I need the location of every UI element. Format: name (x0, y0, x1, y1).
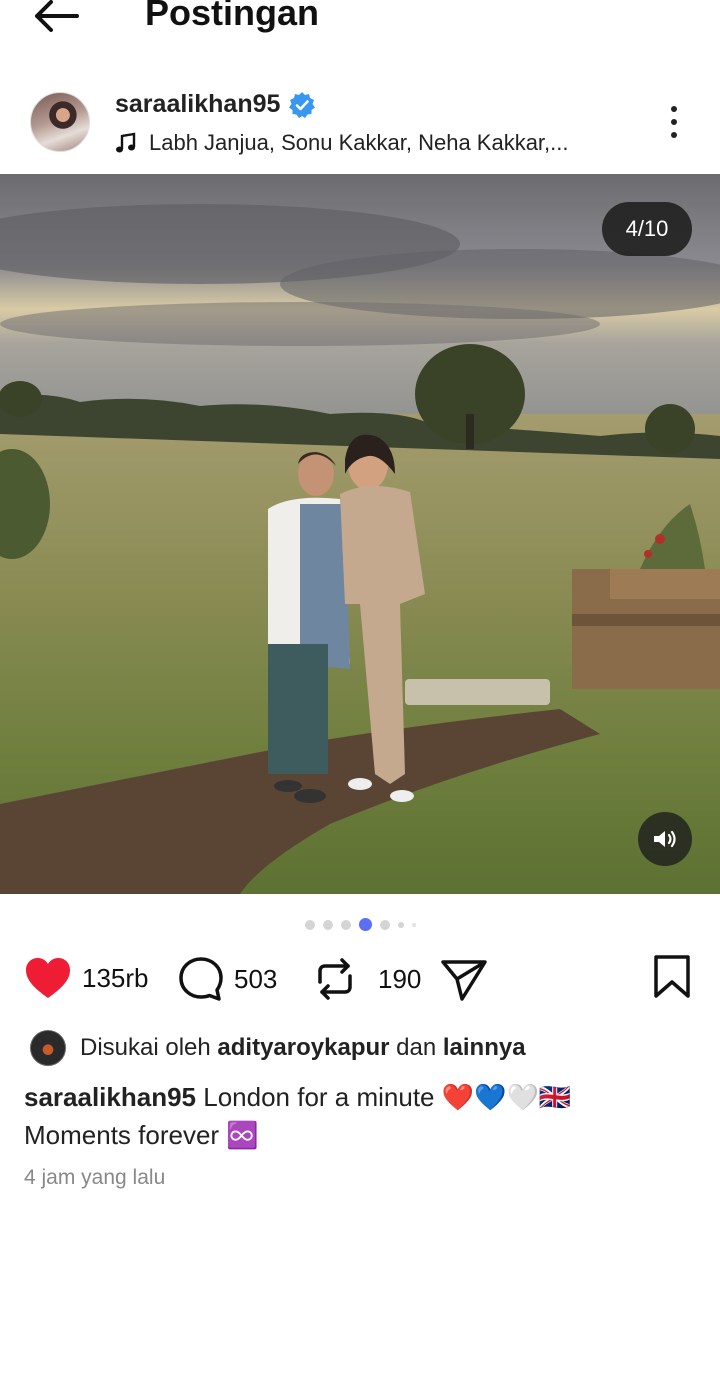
carousel-dot (304, 919, 315, 930)
page-title: Postingan (145, 0, 320, 33)
post-photo-image (0, 174, 720, 894)
post-timestamp: 4 jam yang lalu (24, 1166, 166, 1189)
speaker-icon (654, 830, 676, 848)
caption-line-2: Moments forever ♾️ (24, 1120, 259, 1150)
liked-by-row[interactable]: Disukai oleh adityaroykapur dan lainnya (30, 1030, 526, 1066)
share-button[interactable] (440, 958, 488, 1002)
liked-by-others[interactable]: lainnya (443, 1034, 526, 1061)
username-row: saraalikhan95 (115, 90, 316, 119)
dot-icon (671, 105, 677, 112)
music-row[interactable]: Labh Janjua, Sonu Kakkar, Neha Kakkar,..… (115, 130, 569, 156)
post-header: saraalikhan95 Labh Janjua, Sonu Kakkar, … (0, 88, 720, 164)
sound-toggle-button[interactable] (638, 812, 692, 866)
post-username[interactable]: saraalikhan95 (115, 90, 280, 119)
liked-by-conjunction: dan (396, 1034, 437, 1061)
action-bar: 135rb 503 190 (0, 952, 720, 1008)
carousel-indicator (0, 918, 720, 931)
dot-icon (671, 132, 677, 139)
music-label: Labh Janjua, Sonu Kakkar, Neha Kakkar,..… (149, 130, 569, 155)
verified-badge-icon (289, 91, 316, 118)
carousel-dot (340, 919, 351, 930)
repost-button[interactable]: 190 (312, 956, 421, 1002)
carousel-dot (322, 919, 333, 930)
carousel-dot (379, 919, 390, 930)
bookmark-icon (654, 955, 690, 998)
top-bar: Postingan (0, 0, 720, 60)
comment-button[interactable]: 503 (178, 956, 277, 1002)
carousel-dot (397, 921, 404, 928)
heart-icon (26, 958, 70, 998)
dot-icon (671, 118, 677, 125)
liked-by-user[interactable]: adityaroykapur (217, 1034, 389, 1061)
save-button[interactable] (652, 954, 692, 1000)
caption-line-1: London for a minute ❤️💙🤍🇬🇧 (203, 1082, 572, 1112)
more-options-button[interactable] (658, 102, 690, 142)
slide-counter: 4/10 (602, 202, 692, 256)
music-note-icon (116, 132, 136, 153)
liker-avatar (30, 1030, 66, 1066)
liked-by-prefix: Disukai oleh (80, 1034, 211, 1061)
post-caption: saraalikhan95 London for a minute ❤️💙🤍🇬🇧… (24, 1078, 684, 1154)
repost-icon (318, 958, 352, 1000)
carousel-dot-active (358, 918, 372, 931)
back-button[interactable] (30, 0, 82, 38)
repost-count: 190 (378, 963, 422, 994)
like-count: 135rb (82, 962, 149, 993)
avatar[interactable] (30, 92, 90, 152)
like-button[interactable]: 135rb (24, 956, 149, 1000)
arrow-left-icon (35, 0, 79, 32)
caption-username[interactable]: saraalikhan95 (24, 1082, 196, 1112)
send-icon (441, 960, 487, 1001)
post-photo[interactable]: 4/10 (0, 174, 720, 894)
comment-bubble-icon (179, 957, 223, 1001)
comment-count: 503 (234, 963, 278, 994)
carousel-dot (411, 922, 416, 927)
